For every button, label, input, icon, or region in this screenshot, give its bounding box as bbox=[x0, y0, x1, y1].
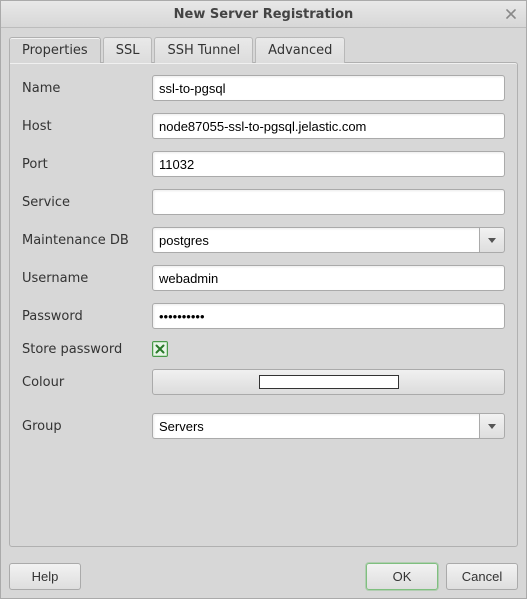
service-input[interactable] bbox=[152, 189, 505, 215]
label-port: Port bbox=[22, 157, 152, 172]
label-store-password: Store password bbox=[22, 342, 152, 357]
label-service: Service bbox=[22, 195, 152, 210]
host-input[interactable] bbox=[152, 113, 505, 139]
tabbar: Properties SSL SSH Tunnel Advanced bbox=[9, 36, 518, 62]
label-colour: Colour bbox=[22, 375, 152, 390]
label-name: Name bbox=[22, 81, 152, 96]
tab-ssh-tunnel[interactable]: SSH Tunnel bbox=[154, 37, 253, 63]
label-host: Host bbox=[22, 119, 152, 134]
window-title: New Server Registration bbox=[174, 7, 354, 22]
group-combo bbox=[152, 413, 505, 439]
name-input[interactable] bbox=[152, 75, 505, 101]
chevron-down-icon bbox=[488, 424, 496, 429]
content-area: Properties SSL SSH Tunnel Advanced Name … bbox=[1, 28, 526, 555]
footer: Help OK Cancel bbox=[1, 555, 526, 598]
x-check-icon bbox=[155, 344, 165, 354]
store-password-checkbox[interactable] bbox=[152, 341, 168, 357]
maintenance-db-input[interactable] bbox=[152, 227, 479, 253]
dialog-window: New Server Registration Properties SSL S… bbox=[0, 0, 527, 599]
tab-properties[interactable]: Properties bbox=[9, 37, 101, 63]
password-input[interactable] bbox=[152, 303, 505, 329]
label-password: Password bbox=[22, 309, 152, 324]
tab-ssl[interactable]: SSL bbox=[103, 37, 153, 63]
close-icon[interactable] bbox=[502, 5, 520, 23]
maintenance-db-dropdown-button[interactable] bbox=[479, 227, 505, 253]
colour-button[interactable] bbox=[152, 369, 505, 395]
maintenance-db-combo bbox=[152, 227, 505, 253]
tab-advanced[interactable]: Advanced bbox=[255, 37, 345, 63]
chevron-down-icon bbox=[488, 238, 496, 243]
label-maintenance-db: Maintenance DB bbox=[22, 233, 152, 248]
help-button[interactable]: Help bbox=[9, 563, 81, 590]
ok-button[interactable]: OK bbox=[366, 563, 438, 590]
titlebar: New Server Registration bbox=[1, 1, 526, 28]
label-username: Username bbox=[22, 271, 152, 286]
group-input[interactable] bbox=[152, 413, 479, 439]
port-input[interactable] bbox=[152, 151, 505, 177]
label-group: Group bbox=[22, 419, 152, 434]
tabpanel-properties: Name Host Port Service Maintenance DB bbox=[9, 62, 518, 547]
username-input[interactable] bbox=[152, 265, 505, 291]
colour-swatch bbox=[259, 375, 399, 389]
group-dropdown-button[interactable] bbox=[479, 413, 505, 439]
cancel-button[interactable]: Cancel bbox=[446, 563, 518, 590]
